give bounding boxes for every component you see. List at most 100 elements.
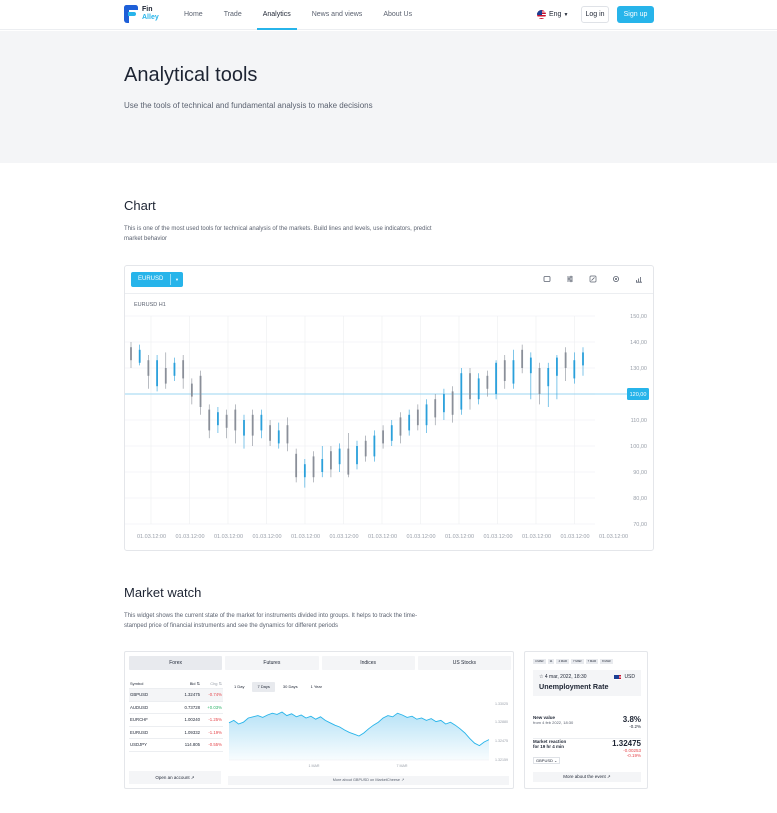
x-tick-label: 01.03.12:00 bbox=[561, 534, 590, 540]
logo-text: Fin Alley bbox=[142, 6, 159, 22]
new-value-values: 3.8% -0.2% bbox=[623, 715, 641, 729]
hero-description: Use the tools of technical and fundament… bbox=[124, 101, 373, 110]
economic-event-widget: 4 MAR 11 4 MAR 7 MAR 7 MAR 8 MAR ☆ 4 mar… bbox=[524, 651, 648, 789]
table-row[interactable]: EURUSD 1.09332 -1.19% bbox=[129, 727, 223, 739]
quotes-table: Symbol Bid ⇅ Chg ⇅ GBPUSD 1.32475 -0.74%… bbox=[129, 678, 223, 752]
x-tick-label: 01.03.12:00 bbox=[368, 534, 397, 540]
date-chip[interactable]: 8 MAR bbox=[600, 659, 613, 664]
external-link-icon: ↗ bbox=[607, 774, 611, 779]
row-bid: 1.32475 bbox=[184, 692, 200, 697]
nav-analytics[interactable]: Analytics bbox=[256, 0, 297, 30]
signup-button[interactable]: Sign up bbox=[617, 6, 654, 23]
y-tick-label: 90,00 bbox=[633, 470, 647, 476]
candle-body bbox=[538, 368, 541, 394]
open-account-button[interactable]: Open an account ↗ bbox=[129, 771, 221, 784]
candle-body bbox=[234, 409, 237, 431]
login-button[interactable]: Log in bbox=[581, 6, 609, 23]
candle-body bbox=[486, 375, 489, 389]
candle-body bbox=[495, 362, 497, 394]
nav-home[interactable]: Home bbox=[184, 0, 203, 30]
candle-body bbox=[156, 360, 158, 387]
mini-y-tick-label: 1.32159 bbox=[495, 758, 508, 762]
header-symbol[interactable]: Symbol bbox=[129, 678, 175, 688]
logo[interactable]: Fin Alley bbox=[124, 5, 159, 23]
row-chg: -0.55% bbox=[208, 742, 222, 747]
y-tick-label: 140,00 bbox=[630, 340, 647, 346]
row-bid: 114.805 bbox=[184, 742, 200, 747]
x-tick-label: 01.03.12:00 bbox=[253, 534, 282, 540]
candle-body bbox=[130, 347, 132, 361]
y-tick-label: 130,00 bbox=[630, 366, 647, 372]
date-chip[interactable]: 4 MAR bbox=[556, 659, 570, 664]
header-bid[interactable]: Bid ⇅ bbox=[175, 678, 200, 688]
mini-price-chart[interactable]: 1.33025 1.32880 1.32475 1.32159 1 MAR 7 MAR bbox=[227, 694, 511, 772]
candle-body bbox=[469, 373, 471, 400]
candle-body bbox=[295, 453, 298, 478]
us-flag-icon bbox=[614, 674, 622, 680]
period-7-days[interactable]: 7 Days bbox=[252, 682, 275, 692]
top-header: Fin Alley Home Trade Analytics News and … bbox=[0, 0, 777, 30]
caret-down-icon: ▼ bbox=[563, 11, 569, 18]
header-chg[interactable]: Chg ⇅ bbox=[200, 678, 223, 688]
tab-futures[interactable]: Futures bbox=[225, 656, 319, 670]
current-price-label: 120,00 bbox=[630, 392, 647, 398]
candlestick-chart[interactable]: 150,00 140,00 130,00 110,00 100,00 90,00 80,00… bbox=[125, 266, 653, 550]
candle-body bbox=[251, 414, 254, 436]
candle-body bbox=[521, 349, 524, 368]
period-1-year[interactable]: 1 Year bbox=[306, 682, 327, 692]
candle-body bbox=[460, 373, 463, 410]
mini-y-tick-label: 1.32475 bbox=[495, 739, 508, 743]
candle-body bbox=[260, 414, 263, 431]
table-row[interactable]: EURCHF 1.00240 -1.25% bbox=[129, 714, 223, 727]
row-symbol: USDJPY bbox=[130, 742, 147, 747]
candle-body bbox=[147, 360, 150, 376]
candle-body bbox=[582, 352, 584, 366]
star-icon[interactable]: ☆ bbox=[539, 674, 543, 680]
mini-x-tick-label: 1 MAR bbox=[309, 764, 320, 768]
reaction-values: 1.32475 -0.00253 -0.19% bbox=[612, 739, 641, 758]
logo-icon bbox=[124, 5, 138, 23]
us-flag-icon bbox=[537, 10, 546, 19]
reaction-pct: -0.19% bbox=[626, 753, 641, 758]
candle-body bbox=[503, 360, 506, 381]
candle-body bbox=[338, 448, 341, 465]
candle-body bbox=[399, 417, 402, 436]
language-selector[interactable]: Eng ▼ bbox=[537, 10, 568, 19]
table-row[interactable]: GBPUSD 1.32475 -0.74% bbox=[129, 689, 223, 702]
more-about-link[interactable]: More about GBPUSD on MarketCheese ↗ bbox=[228, 776, 509, 785]
row-symbol: AUDUSD bbox=[130, 704, 149, 710]
candle-body bbox=[303, 464, 306, 478]
table-row[interactable]: USDJPY 114.805 -0.55% bbox=[129, 739, 223, 752]
date-chip[interactable]: 7 MAR bbox=[571, 659, 584, 664]
tab-forex[interactable]: Forex bbox=[129, 656, 223, 670]
nav-about-us[interactable]: About Us bbox=[383, 0, 412, 30]
table-row[interactable]: AUDUSD 0.73728 +0.03% bbox=[129, 702, 223, 714]
y-tick-label: 150,00 bbox=[630, 314, 647, 320]
market-reaction-block: Market reaction for 19 hr 4 min GBPUSD ⌄… bbox=[533, 739, 641, 767]
x-tick-label: 01.03.12:00 bbox=[330, 534, 359, 540]
candle-body bbox=[408, 414, 411, 431]
reaction-pair-select[interactable]: GBPUSD ⌄ bbox=[533, 757, 561, 764]
candle-body bbox=[286, 425, 289, 444]
tab-us-stocks[interactable]: US Stocks bbox=[417, 656, 511, 670]
nav-trade[interactable]: Trade bbox=[224, 0, 242, 30]
x-tick-label: 01.03.12:00 bbox=[407, 534, 436, 540]
external-link-icon: ↗ bbox=[401, 778, 405, 782]
quotes-table-header: Symbol Bid ⇅ Chg ⇅ bbox=[129, 678, 223, 689]
candle-body bbox=[451, 391, 454, 415]
nav-news-and-views[interactable]: News and views bbox=[312, 0, 363, 30]
period-1-day[interactable]: 1 Day bbox=[229, 682, 249, 692]
candle-body bbox=[321, 459, 324, 472]
tab-indices[interactable]: Indices bbox=[321, 656, 415, 670]
period-30-days[interactable]: 30 Days bbox=[278, 682, 303, 692]
new-value-change: -0.2% bbox=[629, 724, 641, 729]
date-chip[interactable]: 7 MAR bbox=[585, 659, 599, 664]
candle-body bbox=[347, 448, 350, 475]
more-about-event-button[interactable]: More about the event ↗ bbox=[533, 772, 641, 782]
candle-body bbox=[190, 383, 193, 397]
date-chip[interactable]: 4 MAR bbox=[533, 659, 546, 664]
main-nav: Home Trade Analytics News and views Abou… bbox=[184, 0, 433, 30]
row-bid: 1.09332 bbox=[184, 729, 200, 735]
candle-body bbox=[512, 360, 515, 384]
date-chip[interactable]: 11 bbox=[547, 659, 555, 664]
